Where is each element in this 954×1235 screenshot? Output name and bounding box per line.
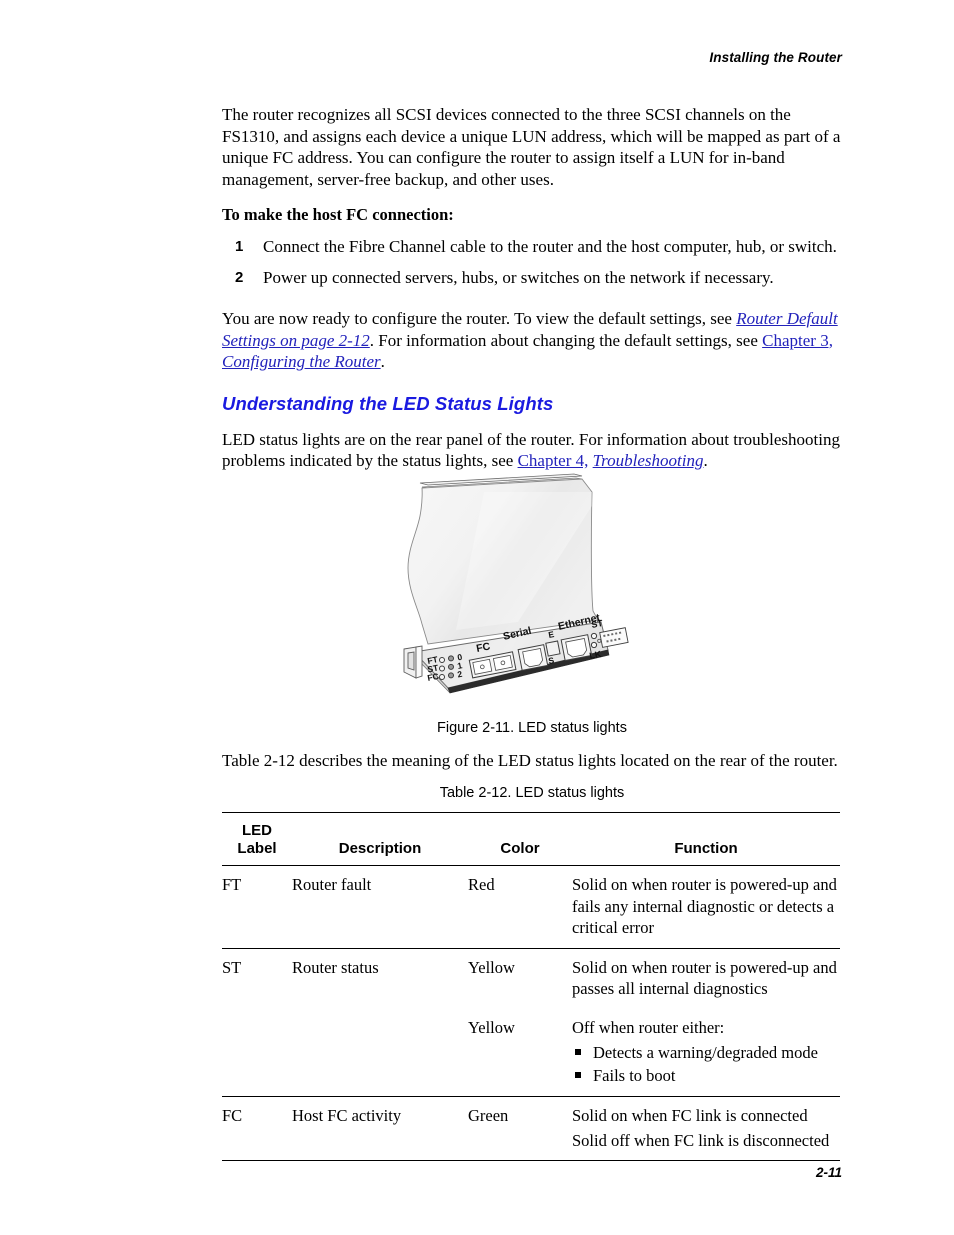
function-bullet-list: Detects a warning/degraded mode Fails to… xyxy=(572,1041,840,1087)
panel-serial-port xyxy=(517,643,549,671)
cell-led-label: FC xyxy=(222,1096,292,1161)
cell-color: Yellow xyxy=(468,957,515,977)
cell-color: Green xyxy=(468,1096,572,1161)
cell-description: Host FC activity xyxy=(292,1096,468,1161)
after-steps-paragraph: You are now ready to configure the route… xyxy=(222,308,842,373)
table-row: FT Router fault Red Solid on when router… xyxy=(222,865,840,949)
link-chapter-3[interactable]: Chapter 3, xyxy=(762,331,833,350)
table-intro-paragraph: Table 2-12 describes the meaning of the … xyxy=(222,750,838,770)
list-item: 1 Connect the Fibre Channel cable to the… xyxy=(222,236,842,258)
step-text: Power up connected servers, hubs, or swi… xyxy=(263,267,774,287)
table-header-row: LED Label Description Color Function xyxy=(222,812,840,866)
cell-color: Red xyxy=(468,865,572,949)
column-header-color: Color xyxy=(500,840,540,857)
cell-description xyxy=(292,1008,468,1097)
led-status-lights-table: LED Label Description Color Function FT … xyxy=(222,812,840,1161)
column-header-led-label-line2: Label xyxy=(237,840,277,857)
section-intro-paragraph: LED status lights are on the rear panel … xyxy=(222,429,842,472)
list-item: Fails to boot xyxy=(572,1064,840,1087)
cell-color: Yellow xyxy=(468,1008,572,1097)
panel-label-fc: FC xyxy=(426,670,439,682)
table-caption: Table 2-12. LED status lights xyxy=(439,785,625,801)
cell-led-label: FT xyxy=(222,865,292,949)
after-steps-text-1: You are now ready to configure the route… xyxy=(222,309,737,328)
panel-label-eth-lk: LK xyxy=(588,648,602,660)
intro-paragraph: The router recognizes all SCSI devices c… xyxy=(222,105,841,189)
document-page: Installing the Router The router recogni… xyxy=(0,0,954,1235)
page-number: 2-11 xyxy=(815,1165,842,1180)
panel-led-eth-st xyxy=(590,632,598,639)
cell-description: Router status xyxy=(292,957,379,977)
table-row: FC Host FC activity Green Solid on when … xyxy=(222,1096,840,1161)
cell-led-label: ST xyxy=(222,957,242,977)
function-line: Solid on when router is powered-up and p… xyxy=(572,957,837,999)
table-header: LED Label Description Color Function xyxy=(222,812,840,866)
link-troubleshooting[interactable]: Troubleshooting xyxy=(593,451,704,470)
step-text: Connect the Fibre Channel cable to the r… xyxy=(263,237,837,256)
router-rear-panel-illustration: FT ST FC 0 1 2 FC Serial E S Ethernet ST… xyxy=(403,473,629,693)
cell-function: Solid on when router is powered-up and f… xyxy=(572,865,840,949)
column-header-description: Description xyxy=(338,840,422,857)
bullet-text: Fails to boot xyxy=(593,1066,676,1085)
panel-led-eth-lk xyxy=(590,641,598,648)
function-line: Solid off when FC link is disconnected xyxy=(572,1130,830,1150)
cell-led-label xyxy=(222,1008,292,1097)
section-heading-led-status-lights: Understanding the LED Status Lights xyxy=(222,392,554,414)
section-text-end: . xyxy=(703,451,708,470)
table-row: ST Router status Yellow Solid on when ro… xyxy=(222,948,840,1009)
procedure-lead-in: To make the host FC connection: xyxy=(222,205,454,224)
column-header-led-label-line1: LED xyxy=(242,822,272,839)
list-item: 2 Power up connected servers, hubs, or s… xyxy=(222,267,842,289)
column-header-led-label: LED Label xyxy=(222,813,292,866)
column-header-function: Function xyxy=(674,840,738,857)
cell-description: Router fault xyxy=(292,865,468,949)
square-bullet-icon xyxy=(575,1049,581,1055)
step-number: 2 xyxy=(235,268,244,286)
running-header: Installing the Router xyxy=(709,50,842,65)
after-steps-text-2: . For information about changing the def… xyxy=(369,330,763,350)
link-chapter-4[interactable]: Chapter 4, xyxy=(518,451,589,470)
square-bullet-icon xyxy=(575,1072,581,1078)
link-configuring-the-router[interactable]: Configuring the Router xyxy=(222,352,381,371)
figure-caption: Figure 2-11. LED status lights xyxy=(437,719,627,736)
function-line: Solid on when router is powered-up and f… xyxy=(572,875,837,937)
panel-toggle-switch xyxy=(545,639,561,657)
function-line: Off when router either: xyxy=(572,1017,725,1037)
after-steps-text-3: . xyxy=(380,352,385,371)
cell-function: Off when router either: Detects a warnin… xyxy=(572,1008,840,1097)
figure-led-status-lights: FT ST FC 0 1 2 FC Serial E S Ethernet ST… xyxy=(222,472,842,720)
page-content: The router recognizes all SCSI devices c… xyxy=(222,104,842,1161)
bullet-text: Detects a warning/degraded mode xyxy=(593,1043,818,1062)
panel-ethernet-port xyxy=(560,633,593,661)
function-line: Solid on when FC link is connected xyxy=(572,1106,808,1125)
cell-function: Solid on when FC link is connected Solid… xyxy=(572,1096,840,1161)
table-body: FT Router fault Red Solid on when router… xyxy=(222,865,840,1161)
procedure-steps: 1 Connect the Fibre Channel cable to the… xyxy=(222,236,842,288)
step-number: 1 xyxy=(235,238,244,255)
table-row: Yellow Off when router either: Detects a… xyxy=(222,1008,840,1097)
cell-function: Solid on when router is powered-up and p… xyxy=(572,948,840,1009)
list-item: Detects a warning/degraded mode xyxy=(572,1041,840,1064)
